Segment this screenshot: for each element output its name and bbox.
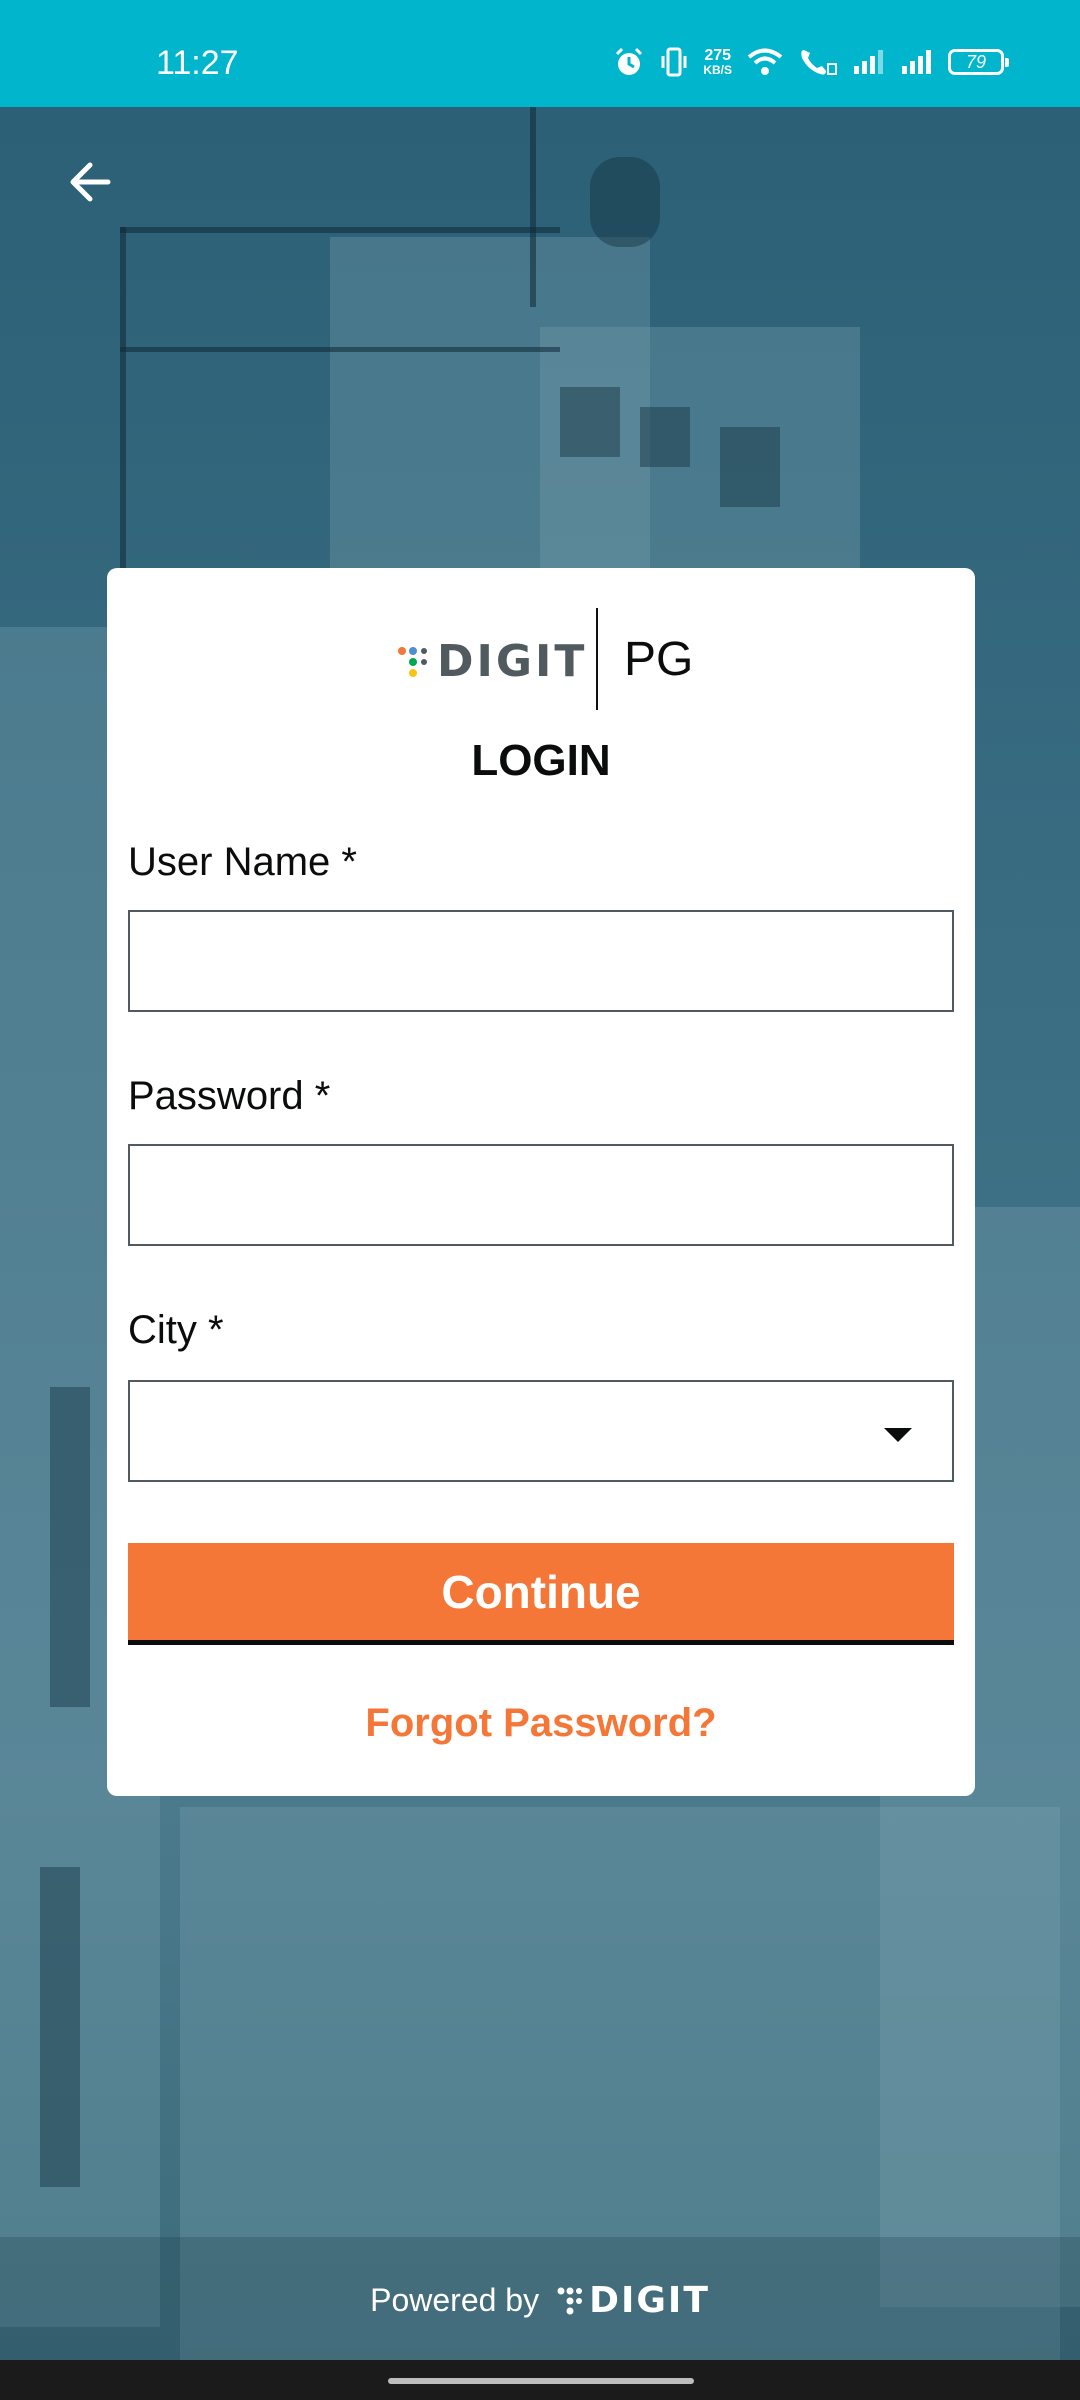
status-bar: 11:27 275 KB/S 79 (0, 0, 1080, 107)
powered-by-text: Powered by (370, 2282, 540, 2318)
wifi-call-icon (801, 50, 837, 75)
password-label: Password * (128, 1074, 331, 1118)
footer-brand: DIGIT (589, 2280, 710, 2321)
battery-indicator: 79 (948, 49, 1009, 75)
login-card: DIGIT PG LOGIN User Name * Password * Ci… (107, 568, 975, 1796)
status-time: 11:27 (156, 44, 239, 82)
password-input[interactable] (128, 1144, 954, 1246)
username-label: User Name * (128, 840, 357, 884)
forgot-password-link[interactable]: Forgot Password? (107, 1701, 975, 1746)
logo-divider (596, 608, 598, 710)
status-icons: 275 KB/S 79 (613, 46, 1009, 78)
module-name: PG (624, 633, 694, 686)
digit-dots-icon (557, 2287, 583, 2314)
powered-by: Powered by DIGIT (0, 2280, 1080, 2321)
page-title: LOGIN (471, 736, 611, 785)
city-select[interactable] (128, 1380, 954, 1482)
alarm-icon (616, 47, 643, 75)
digit-logo: DIGIT (397, 636, 587, 687)
net-speed-value: 275 (704, 47, 732, 64)
back-button[interactable] (60, 150, 124, 214)
wifi-icon (747, 48, 783, 75)
signal-icon (902, 50, 931, 74)
digit-dots-icon (398, 646, 427, 677)
net-speed-unit: KB/S (703, 63, 732, 77)
system-nav-bar (0, 2360, 1080, 2400)
vibrate-icon (661, 47, 687, 77)
logo-row: DIGIT PG (107, 608, 975, 714)
home-gesture-handle[interactable] (388, 2378, 694, 2384)
net-speed: 275 KB/S (703, 47, 732, 77)
brand-name: DIGIT (437, 636, 588, 687)
username-input[interactable] (128, 910, 954, 1012)
city-label: City * (128, 1308, 224, 1352)
continue-button[interactable]: Continue (128, 1543, 954, 1645)
arrow-left-icon (70, 162, 111, 202)
signal-icon (854, 50, 883, 74)
caret-down-icon (884, 1428, 912, 1442)
